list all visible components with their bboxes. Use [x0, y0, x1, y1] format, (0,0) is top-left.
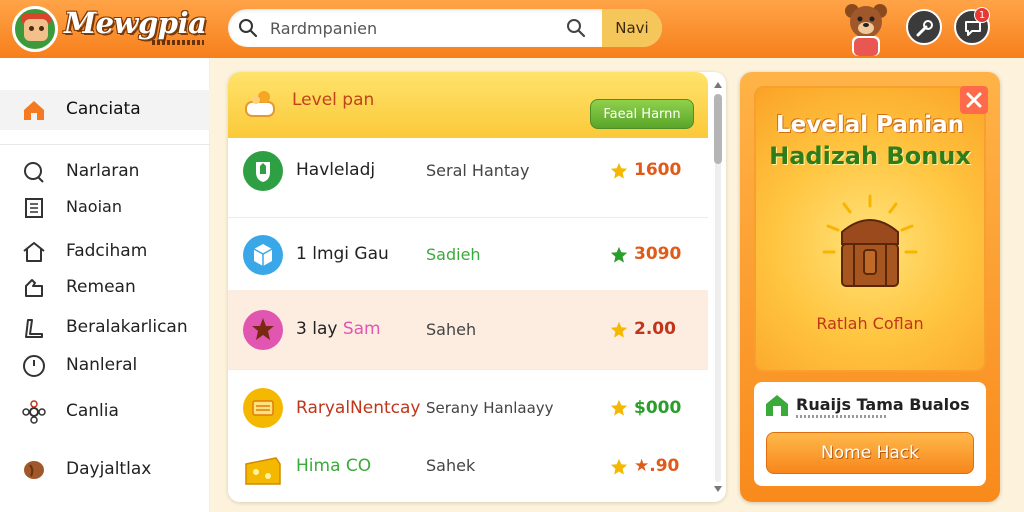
house-badge-icon [766, 395, 788, 416]
scroll-thumb[interactable] [714, 94, 722, 164]
row-value: 2.00 [634, 319, 676, 339]
brand-name: Mewgpia [64, 6, 207, 40]
promo-subtitle: Hadizah Bonux [769, 142, 971, 170]
sidebar-item-label: Narlaran [66, 161, 140, 181]
row-subtitle: Seral Hantay [426, 161, 530, 180]
hand-bell-icon [245, 91, 275, 117]
sidebar-divider [0, 144, 210, 145]
sidebar-item-narlaran[interactable]: Narlaran [0, 152, 210, 192]
sidebar-item-label: Canlia [66, 401, 119, 421]
list-item[interactable]: 1 lmgi Gau Sadieh 3090 [228, 218, 708, 298]
row-name: Hima CO [296, 456, 372, 476]
cheese-icon [245, 457, 281, 485]
bonus-promo-panel: Levelal Panian Hadizah Bonux Ratlah Cofl… [740, 72, 1000, 502]
star-icon [610, 399, 628, 416]
sidebar-item-label: Beralakarlican [66, 317, 188, 337]
sidebar-item-label: Dayjaltlax [66, 459, 152, 479]
sidebar-item-dayjaltlax[interactable]: Dayjaltlax [0, 450, 210, 490]
sidebar: Canciata Narlaran Naoian Fadciham Remean [0, 58, 210, 512]
search-submit-icon[interactable] [566, 18, 586, 38]
brand-tagline [152, 40, 204, 45]
sidebar-item-naoian[interactable]: Naoian [0, 188, 210, 228]
list-header: Level pan Faeal Harnn [228, 72, 708, 138]
list-item[interactable]: Hima CO Sahek ★.90 [228, 442, 708, 502]
row-value: 1600 [634, 160, 682, 180]
sidebar-item-label: Remean [66, 277, 136, 297]
row-value: $000 [634, 398, 682, 418]
row-name: 1 lmgi Gau [296, 244, 389, 264]
row-subtitle: Serany Hanlaayy [426, 399, 554, 417]
star-icon [610, 458, 628, 475]
search-bar: Navi [228, 9, 662, 47]
search-icon [239, 19, 258, 38]
row-name-accent: Sam [342, 319, 381, 339]
sidebar-item-nanleral[interactable]: Nanleral [0, 346, 210, 386]
wrench-icon [916, 20, 933, 37]
sidebar-item-label: Canciata [66, 99, 141, 119]
search-icon [24, 162, 44, 183]
sidebar-item-label: Fadciham [66, 241, 148, 261]
row-name: RaryalNentcay [296, 398, 421, 418]
top-header: Mewgpia Navi 1 [0, 0, 1024, 58]
promo-action-button[interactable]: Nome Hack [766, 432, 974, 474]
promo-card: Ruaijs Tama Bualos Nome Hack [754, 382, 986, 486]
scroll-down-arrow[interactable] [714, 486, 722, 492]
level-list-panel: Level pan Faeal Harnn Havleladj Seral Ha… [228, 72, 726, 502]
scroll-up-arrow[interactable] [714, 82, 722, 88]
row-value: ★.90 [634, 456, 680, 476]
home-icon [24, 101, 44, 120]
star-icon [610, 162, 628, 179]
tag-icon [25, 319, 43, 338]
document-icon [25, 198, 43, 218]
promo-card-text: Ruaijs Tama Bualos [796, 395, 970, 414]
bear-mascot-avatar[interactable] [842, 2, 890, 56]
search-input[interactable] [270, 9, 582, 47]
sidebar-item-canciata[interactable]: Canciata [0, 90, 210, 130]
row-name: Havleladj [296, 160, 376, 180]
house-outline-icon [23, 242, 45, 262]
row-subtitle: Saheh [426, 320, 477, 339]
list-item[interactable]: 3 lay Sam Saheh 2.00 [228, 290, 708, 370]
ticket-icon [243, 388, 283, 428]
sidebar-item-remean[interactable]: Remean [0, 268, 210, 308]
sidebar-item-beralakarlican[interactable]: Beralakarlican [0, 308, 210, 348]
search-nav-button[interactable]: Navi [602, 9, 662, 47]
row-value: 3090 [634, 244, 682, 264]
list-header-button[interactable]: Faeal Harnn [590, 99, 694, 129]
shield-icon [243, 151, 283, 191]
row-subtitle: Sahek [426, 456, 476, 475]
flower-icon [22, 400, 46, 424]
treasure-chest-icon [822, 194, 918, 287]
puzzle-icon [25, 279, 43, 297]
star-icon [610, 246, 628, 263]
list-item[interactable]: RaryalNentcay Serany Hanlaayy $000 [228, 372, 708, 442]
star-icon [610, 321, 628, 338]
sidebar-item-canlia[interactable]: Canlia [0, 392, 210, 432]
sidebar-item-label: Naoian [66, 197, 122, 216]
list-item[interactable]: Havleladj Seral Hantay 1600 [228, 138, 708, 218]
promo-card-fine-print [796, 415, 886, 418]
app-logo[interactable] [12, 6, 58, 52]
row-name: 3 lay Sam [296, 319, 381, 339]
list-header-title: Level pan [292, 90, 375, 110]
row-subtitle: Sadieh [426, 245, 481, 264]
promo-caption: Ratlah Coflan [816, 314, 924, 333]
cube-icon [243, 235, 283, 275]
clock-icon [23, 355, 45, 377]
sidebar-item-label: Nanleral [66, 355, 138, 375]
promo-close-button[interactable] [960, 86, 988, 114]
star-badge-icon [243, 310, 283, 350]
close-icon [966, 92, 982, 108]
promo-title: Levelal Panian [775, 112, 965, 138]
sidebar-item-fadciham[interactable]: Fadciham [0, 232, 210, 272]
bean-icon [24, 461, 44, 479]
list-scrollbar[interactable] [712, 80, 724, 494]
notification-badge: 1 [974, 7, 990, 23]
tools-button[interactable] [906, 9, 942, 45]
